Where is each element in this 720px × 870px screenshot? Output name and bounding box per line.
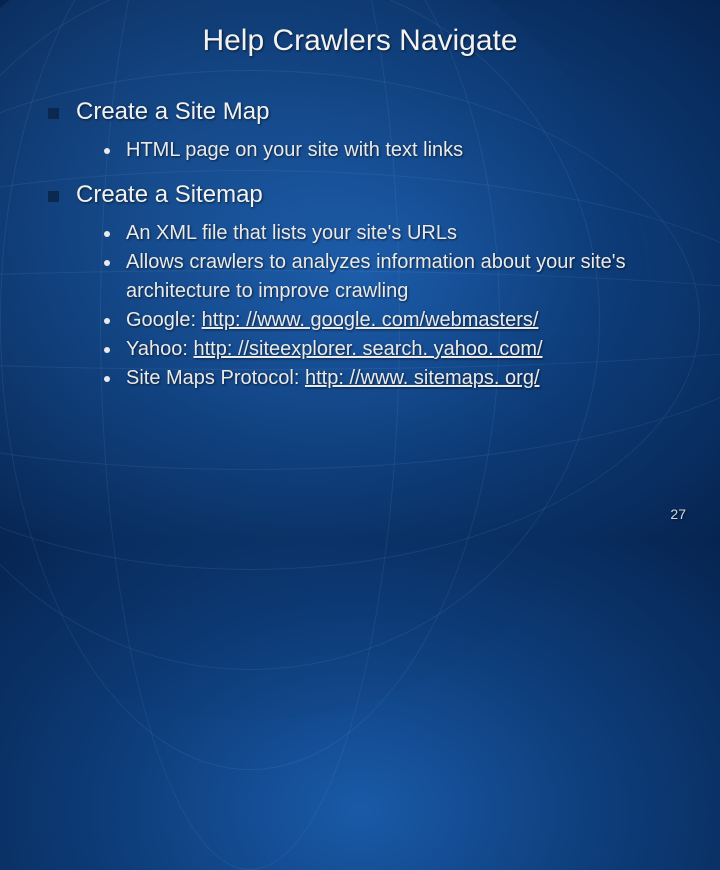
page-number: 27 — [670, 506, 686, 522]
list-item: Allows crawlers to analyzes information … — [104, 248, 680, 306]
list-item: An XML file that lists your site's URLs — [104, 219, 680, 248]
list-item-text: HTML page on your site with text links — [126, 139, 463, 161]
square-bullet-icon — [48, 191, 59, 202]
bullet-list-level2: An XML file that lists your site's URLs … — [76, 219, 680, 393]
list-item: Google: http: //www. google. com/webmast… — [104, 306, 680, 335]
section-heading: Create a Sitemap — [76, 181, 263, 208]
slide: Help Crawlers Navigate Create a Site Map… — [0, 0, 720, 540]
section-site-map: Create a Site Map HTML page on your site… — [48, 98, 680, 165]
list-item-text: Allows crawlers to analyzes information … — [126, 251, 626, 302]
list-item: Yahoo: http: //siteexplorer. search. yah… — [104, 335, 680, 364]
bullet-list-level2: HTML page on your site with text links — [76, 136, 680, 165]
link-google-webmasters[interactable]: http: //www. google. com/webmasters/ — [202, 309, 539, 331]
dot-bullet-icon — [104, 318, 110, 324]
slide-title: Help Crawlers Navigate — [40, 24, 680, 58]
list-item: Site Maps Protocol: http: //www. sitemap… — [104, 364, 680, 393]
dot-bullet-icon — [104, 231, 110, 237]
square-bullet-icon — [48, 108, 59, 119]
link-sitemaps-protocol[interactable]: http: //www. sitemaps. org/ — [305, 367, 540, 389]
bullet-list-level1: Create a Site Map HTML page on your site… — [40, 98, 680, 393]
dot-bullet-icon — [104, 148, 110, 154]
dot-bullet-icon — [104, 347, 110, 353]
list-item: HTML page on your site with text links — [104, 136, 680, 165]
section-sitemap: Create a Sitemap An XML file that lists … — [48, 181, 680, 393]
list-item-prefix: Yahoo: — [126, 338, 193, 360]
list-item-text: An XML file that lists your site's URLs — [126, 222, 457, 244]
list-item-prefix: Site Maps Protocol: — [126, 367, 305, 389]
section-heading: Create a Site Map — [76, 98, 269, 125]
link-yahoo-siteexplorer[interactable]: http: //siteexplorer. search. yahoo. com… — [193, 338, 542, 360]
dot-bullet-icon — [104, 376, 110, 382]
dot-bullet-icon — [104, 260, 110, 266]
list-item-prefix: Google: — [126, 309, 202, 331]
